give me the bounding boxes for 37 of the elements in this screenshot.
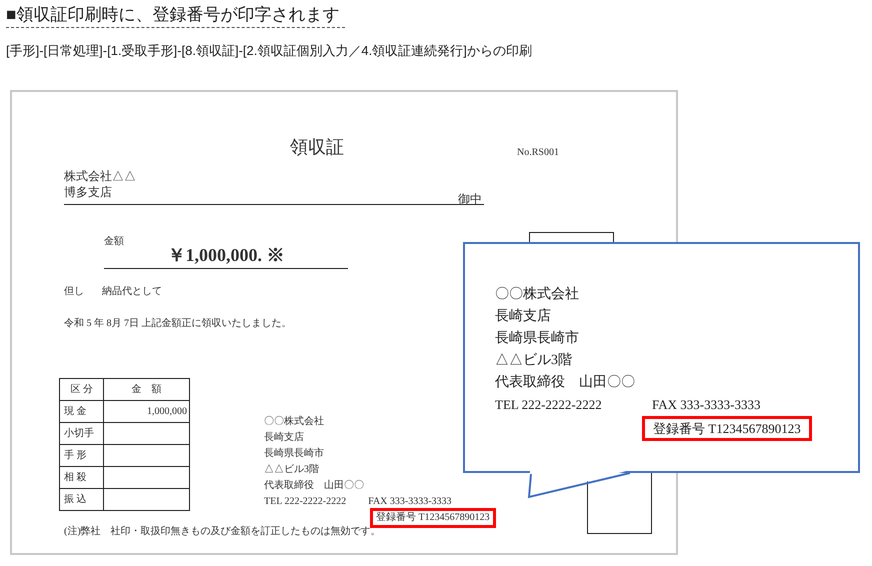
callout-line: 長崎県長崎市 bbox=[495, 329, 579, 348]
addressee-line: 博多支店 bbox=[64, 184, 112, 200]
issuer-fax: FAX 333-3333-3333 bbox=[368, 495, 452, 509]
table-cell: 現 金 bbox=[60, 400, 104, 422]
registration-number: 登録番号 T1234567890123 bbox=[370, 508, 496, 528]
menu-path: [手形]-[日常処理]-[1.受取手形]-[8.領収証]-[2.領収証個別入力／4.領収証連続発行]からの印刷 bbox=[6, 42, 533, 60]
footnote: (注)弊社 社印・取扱印無きもの及び金額を訂正したものは無効です。 bbox=[64, 526, 381, 538]
column-header: 金 額 bbox=[104, 378, 190, 400]
issuer-tel: TEL 222-2222-2222 bbox=[264, 495, 346, 509]
callout-registration: 登録番号 T1234567890123 bbox=[642, 416, 812, 441]
receipt-number: No.RS001 bbox=[517, 147, 559, 159]
table-cell: 手 形 bbox=[60, 444, 104, 466]
callout-line: 長崎支店 bbox=[495, 307, 551, 326]
issuer-line: 長崎支店 bbox=[264, 430, 304, 445]
date-statement: 令和 5 年 8月 7日 上記金額正に領収いたしました。 bbox=[64, 318, 292, 330]
proviso-text: 納品代として bbox=[102, 286, 162, 298]
issuer-line: 〇〇株式会社 bbox=[264, 414, 324, 429]
table-cell: 小切手 bbox=[60, 422, 104, 444]
table-cell: 1,000,000 bbox=[104, 400, 190, 422]
issuer-line: △△ビル3階 bbox=[264, 462, 319, 477]
callout-line: 代表取締役 山田〇〇 bbox=[495, 373, 635, 392]
table-cell: 振 込 bbox=[60, 488, 104, 510]
callout-fax: FAX 333-3333-3333 bbox=[652, 396, 760, 414]
amount-label: 金額 bbox=[104, 236, 124, 248]
honorific: 御中 bbox=[458, 192, 482, 206]
table-cell: 相 殺 bbox=[60, 466, 104, 488]
addressee-line: 株式会社△△ bbox=[64, 168, 136, 184]
receipt-title: 領収証 bbox=[290, 136, 344, 158]
callout-line: △△ビル3階 bbox=[495, 352, 572, 370]
issuer-line: 代表取締役 山田〇〇 bbox=[264, 478, 364, 493]
callout-tel: TEL 222-2222-2222 bbox=[495, 396, 603, 414]
page-heading: ■領収証印刷時に、登録番号が印字されます bbox=[6, 3, 346, 28]
issuer-line: 長崎県長崎市 bbox=[264, 446, 324, 461]
callout-line: 〇〇株式会社 bbox=[495, 286, 579, 304]
amount-value: ￥1,000,000. ※ bbox=[168, 244, 284, 266]
proviso-label: 但し bbox=[64, 286, 84, 298]
column-header: 区 分 bbox=[60, 378, 104, 400]
